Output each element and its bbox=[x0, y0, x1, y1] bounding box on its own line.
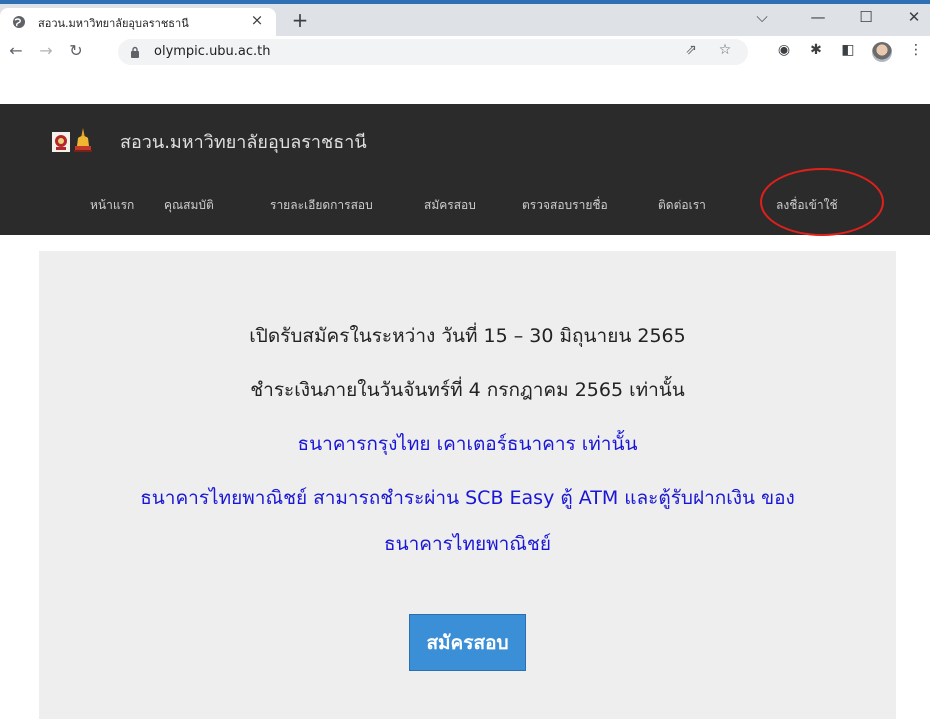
apply-exam-button[interactable]: สมัครสอบ bbox=[409, 614, 526, 671]
menu-icon[interactable]: ⋮ bbox=[906, 42, 926, 62]
tab-title: สอวน.มหาวิทยาลัยอุบลราชธานี bbox=[38, 17, 189, 30]
avatar[interactable] bbox=[872, 42, 892, 62]
forward-icon[interactable]: → bbox=[36, 41, 56, 60]
globe-icon bbox=[13, 16, 25, 28]
back-icon[interactable]: ← bbox=[6, 41, 26, 60]
close-icon[interactable]: ✕ bbox=[904, 8, 924, 26]
annotation-circle bbox=[760, 168, 884, 236]
browser-tab[interactable]: สอวน.มหาวิทยาลัยอุบลราชธานี × bbox=[0, 8, 276, 36]
puzzle-icon[interactable]: ✱ bbox=[806, 42, 826, 62]
krungthai-bank-text: ธนาคารกรุงไทย เคาเตอร์ธนาคาร เท่านั้น bbox=[297, 433, 638, 455]
new-tab-button[interactable]: + bbox=[290, 8, 310, 32]
browser-toolbar: ← → ↻ olympic.ubu.ac.th ⇗ ☆ ◉ ✱ ◧ ⋮ bbox=[0, 36, 930, 68]
sidepanel-icon[interactable]: ◧ bbox=[838, 42, 858, 62]
registration-period-text: เปิดรับสมัครในระหว่าง วันที่ 15 – 30 มิถ… bbox=[249, 325, 686, 347]
extension-icon[interactable]: ◉ bbox=[774, 42, 794, 62]
site-brand-name[interactable]: สอวน.มหาวิทยาลัยอุบลราชธานี bbox=[120, 127, 367, 156]
scb-payment-text: ธนาคารไทยพาณิชย์ สามารถชำระผ่าน SCB Easy… bbox=[140, 487, 795, 509]
scb-bank-name-text: ธนาคารไทยพาณิชย์ bbox=[384, 533, 551, 555]
star-icon[interactable]: ☆ bbox=[716, 42, 734, 58]
nav-home[interactable]: หน้าแรก bbox=[90, 196, 134, 215]
nav-check-names[interactable]: ตรวจสอบรายชื่อ bbox=[522, 196, 608, 215]
nav-exam-details[interactable]: รายละเอียดการสอบ bbox=[270, 196, 373, 215]
tab-close-icon[interactable]: × bbox=[248, 11, 266, 29]
nav-contact[interactable]: ติดต่อเรา bbox=[658, 196, 706, 215]
url-text: olympic.ubu.ac.th bbox=[154, 44, 271, 59]
announcement-panel: เปิดรับสมัครในระหว่าง วันที่ 15 – 30 มิถ… bbox=[39, 251, 896, 719]
nav-qualifications[interactable]: คุณสมบัติ bbox=[164, 196, 214, 215]
chevron-down-icon[interactable]: ⌵ bbox=[752, 8, 772, 26]
university-seal-icon bbox=[52, 132, 70, 152]
stupa-logo-icon bbox=[74, 128, 92, 152]
tab-strip: สอวน.มหาวิทยาลัยอุบลราชธานี × + ⌵ — ☐ ✕ bbox=[0, 4, 930, 36]
nav-apply[interactable]: สมัครสอบ bbox=[424, 196, 476, 215]
share-icon[interactable]: ⇗ bbox=[682, 42, 700, 58]
reload-icon[interactable]: ↻ bbox=[66, 41, 86, 60]
payment-deadline-text: ชำระเงินภายในวันจันทร์ที่ 4 กรกฎาคม 2565… bbox=[250, 379, 685, 401]
lock-icon[interactable] bbox=[130, 46, 140, 58]
maximize-icon[interactable]: ☐ bbox=[856, 8, 876, 26]
address-bar[interactable]: olympic.ubu.ac.th ⇗ ☆ bbox=[118, 39, 748, 65]
minimize-icon[interactable]: — bbox=[808, 8, 828, 26]
